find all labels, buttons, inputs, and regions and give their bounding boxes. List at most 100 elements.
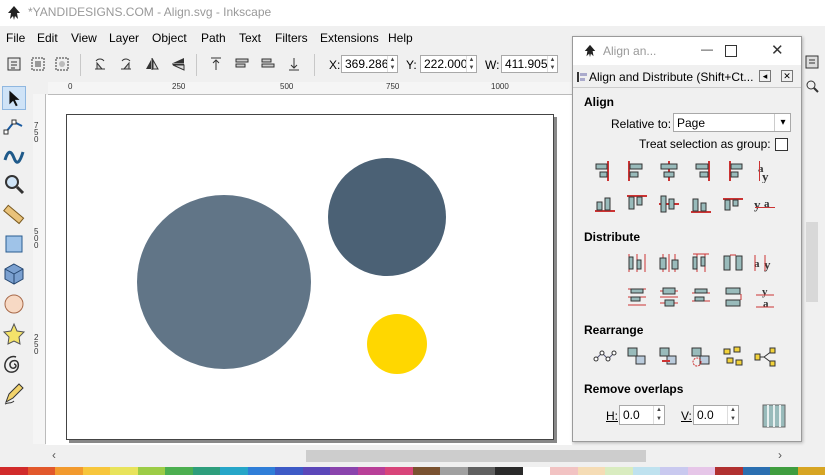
tab-collapse-icon[interactable]: ◂ <box>759 70 771 82</box>
unclump-icon[interactable] <box>753 345 777 369</box>
distribute-right-edges-icon[interactable] <box>689 251 713 275</box>
palette-swatch[interactable] <box>82 467 110 475</box>
select-all-icon[interactable] <box>6 56 22 72</box>
small-circle[interactable] <box>367 314 427 374</box>
tab-close-icon[interactable]: ✕ <box>781 70 793 82</box>
palette-swatch[interactable] <box>412 467 440 475</box>
palette-swatch[interactable] <box>247 467 275 475</box>
palette-swatch[interactable] <box>275 467 303 475</box>
minimize-icon[interactable]: — <box>701 42 713 56</box>
large-circle[interactable] <box>137 195 311 369</box>
palette-swatch[interactable] <box>522 467 550 475</box>
palette-swatch[interactable] <box>385 467 413 475</box>
select-all-layers-icon[interactable] <box>30 56 46 72</box>
randomize-positions-icon[interactable] <box>721 345 745 369</box>
h-gap-input[interactable]: 0.0 ▲ ▼ <box>619 405 665 425</box>
palette-swatch[interactable] <box>330 467 358 475</box>
dialog-tab[interactable]: Align and Distribute (Shift+Ct... ◂ ✕ <box>573 67 801 88</box>
palette-swatch[interactable] <box>550 467 578 475</box>
y-input[interactable]: 222.000 ▲ ▼ <box>420 55 477 73</box>
center-vertical-axis-icon[interactable] <box>657 159 681 183</box>
dialog-scrollbar[interactable] <box>806 222 818 302</box>
distribute-gaps-h-icon[interactable] <box>721 251 745 275</box>
distribute-bottom-edges-icon[interactable] <box>689 285 713 309</box>
exchange-selection-order-icon[interactable] <box>657 345 681 369</box>
menu-view[interactable]: View <box>71 31 97 45</box>
palette-swatch[interactable] <box>770 467 798 475</box>
x-input[interactable]: 369.286 ▲ ▼ <box>341 55 398 73</box>
measure-tool-icon[interactable] <box>2 202 26 226</box>
node-tool-icon[interactable] <box>2 114 26 138</box>
palette-swatch[interactable] <box>357 467 385 475</box>
palette-swatch[interactable] <box>495 467 523 475</box>
rotate-cw-icon[interactable] <box>118 56 134 72</box>
palette-swatch[interactable] <box>577 467 605 475</box>
palette-swatch[interactable] <box>660 467 688 475</box>
lower-to-bottom-icon[interactable] <box>286 56 302 72</box>
menu-help[interactable]: Help <box>388 31 413 45</box>
xml-editor-icon[interactable] <box>804 54 820 70</box>
palette-swatch[interactable] <box>137 467 165 475</box>
menu-filters[interactable]: Filters <box>275 31 308 45</box>
distribute-gaps-v-icon[interactable] <box>721 285 745 309</box>
exchange-clockwise-icon[interactable] <box>689 345 713 369</box>
align-text-baseline-v-icon[interactable]: ya <box>753 192 777 216</box>
palette-swatch[interactable] <box>467 467 495 475</box>
align-bottom-to-top-icon[interactable] <box>593 192 617 216</box>
palette-swatch[interactable] <box>27 467 55 475</box>
menu-file[interactable]: File <box>6 31 25 45</box>
palette-swatch[interactable] <box>605 467 633 475</box>
ellipse-tool-icon[interactable] <box>2 292 26 316</box>
distribute-top-edges-icon[interactable] <box>625 285 649 309</box>
scroll-right-icon[interactable]: › <box>778 448 782 462</box>
align-right-to-left-icon[interactable] <box>593 159 617 183</box>
star-tool-icon[interactable] <box>2 322 26 346</box>
palette-swatch[interactable] <box>797 467 825 475</box>
exchange-positions-icon[interactable] <box>625 345 649 369</box>
lower-icon[interactable] <box>260 56 276 72</box>
align-right-edges-icon[interactable] <box>689 159 713 183</box>
v-gap-input[interactable]: 0.0 ▲ ▼ <box>693 405 739 425</box>
zoom-tool-icon[interactable] <box>2 172 26 196</box>
palette-swatch[interactable] <box>687 467 715 475</box>
center-horizontal-axis-icon[interactable] <box>657 192 681 216</box>
maximize-icon[interactable] <box>725 45 737 57</box>
rectangle-tool-icon[interactable] <box>2 232 26 256</box>
menu-extensions[interactable]: Extensions <box>320 31 379 45</box>
medium-circle[interactable] <box>328 158 446 276</box>
scrollbar-thumb[interactable] <box>306 450 646 462</box>
pencil-tool-icon[interactable] <box>2 382 26 406</box>
zoom-fit-icon[interactable] <box>804 78 820 94</box>
scroll-left-icon[interactable]: ‹ <box>52 448 56 462</box>
horizontal-scrollbar[interactable]: ‹ › <box>30 446 802 466</box>
distribute-centers-v-icon[interactable] <box>657 285 681 309</box>
align-top-edges-icon[interactable] <box>625 192 649 216</box>
palette-swatch[interactable] <box>632 467 660 475</box>
remove-overlaps-button[interactable] <box>761 403 787 429</box>
align-text-baseline-h-icon[interactable]: ay <box>753 159 777 183</box>
3d-box-tool-icon[interactable] <box>2 262 26 286</box>
palette-swatch[interactable] <box>192 467 220 475</box>
palette-swatch[interactable] <box>742 467 770 475</box>
menu-object[interactable]: Object <box>152 31 187 45</box>
tweak-tool-icon[interactable] <box>2 142 26 166</box>
palette-swatch[interactable] <box>440 467 468 475</box>
raise-icon[interactable] <box>234 56 250 72</box>
deselect-icon[interactable] <box>54 56 70 72</box>
palette-swatch[interactable] <box>110 467 138 475</box>
rotate-ccw-icon[interactable] <box>92 56 108 72</box>
flip-vertical-icon[interactable] <box>170 56 186 72</box>
menu-text[interactable]: Text <box>239 31 261 45</box>
menu-path[interactable]: Path <box>201 31 226 45</box>
raise-to-top-icon[interactable] <box>208 56 224 72</box>
palette-swatch[interactable] <box>55 467 83 475</box>
palette-swatch[interactable] <box>715 467 743 475</box>
w-input[interactable]: 411.905 ▲ ▼ <box>501 55 558 73</box>
align-left-edges-icon[interactable] <box>625 159 649 183</box>
distribute-text-baseline-h-icon[interactable]: ay <box>753 251 777 275</box>
align-top-to-bottom-icon[interactable] <box>721 192 745 216</box>
align-bottom-edges-icon[interactable] <box>689 192 713 216</box>
menu-edit[interactable]: Edit <box>37 31 58 45</box>
treat-as-group-checkbox[interactable] <box>775 138 788 151</box>
distribute-centers-h-icon[interactable] <box>657 251 681 275</box>
